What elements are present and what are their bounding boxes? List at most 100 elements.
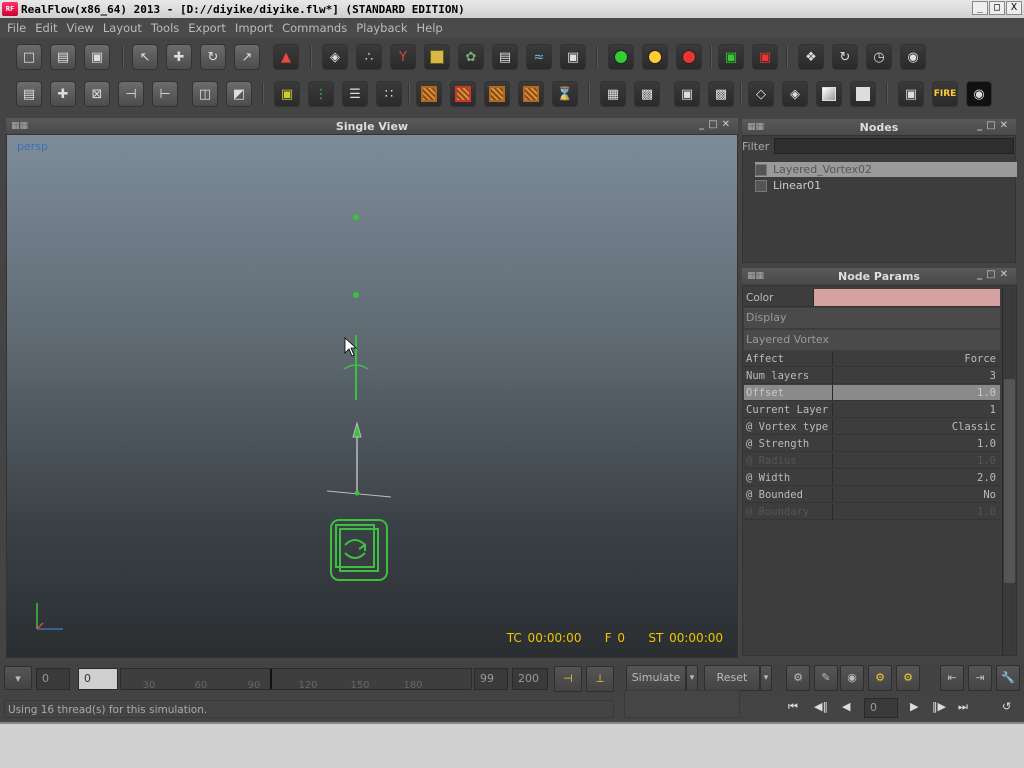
- param-row[interactable]: @ Strength 1.0: [744, 436, 1000, 452]
- current-frame-field[interactable]: 0: [78, 668, 118, 690]
- minimize-button[interactable]: _: [972, 1, 988, 15]
- menu-commands[interactable]: Commands: [282, 21, 347, 35]
- grid-view-a-icon[interactable]: ▦: [600, 81, 626, 107]
- param-row[interactable]: Num layers 3: [744, 368, 1000, 384]
- save-scene-icon[interactable]: ▣: [84, 44, 110, 70]
- frame-view-icon[interactable]: ▣: [674, 81, 700, 107]
- play-backward-button[interactable]: ◀: [842, 700, 850, 713]
- white-cube-icon[interactable]: [816, 81, 842, 107]
- menu-tools[interactable]: Tools: [151, 21, 179, 35]
- shaded-cube-icon[interactable]: ◈: [782, 81, 808, 107]
- frame-range-icon[interactable]: ⊣: [554, 666, 582, 692]
- display-section[interactable]: Display: [744, 308, 1000, 328]
- camera-render-icon[interactable]: ◉: [966, 81, 992, 107]
- hourglass-icon[interactable]: ⌛: [552, 81, 578, 107]
- remove-node-icon[interactable]: ⊠: [84, 81, 110, 107]
- reset-button[interactable]: Reset: [704, 665, 760, 691]
- close-window-button[interactable]: X: [1006, 1, 1022, 15]
- timer-icon[interactable]: ◷: [866, 44, 892, 70]
- add-object-icon[interactable]: ◈: [322, 44, 348, 70]
- script-run-icon[interactable]: ❖: [798, 44, 824, 70]
- save-green-icon[interactable]: ▣: [718, 44, 744, 70]
- green-light-icon[interactable]: [608, 44, 634, 70]
- menu-layout[interactable]: Layout: [103, 21, 142, 35]
- viewport-window-controls[interactable]: _□✕: [699, 119, 734, 130]
- max-frame-field[interactable]: 200: [512, 668, 548, 690]
- link-node-icon[interactable]: ⊣: [118, 81, 144, 107]
- param-row[interactable]: @ Vortex type Classic: [744, 419, 1000, 435]
- import-icon[interactable]: ◩: [226, 81, 252, 107]
- step-back-icon[interactable]: ⇤: [940, 665, 964, 691]
- select-tool-icon[interactable]: ↖: [132, 44, 158, 70]
- rotate-tool-icon[interactable]: ↻: [200, 44, 226, 70]
- step-back-frame-button[interactable]: ◀‖: [814, 700, 828, 713]
- fire-icon[interactable]: FIRE: [932, 81, 958, 107]
- monitor-icon[interactable]: ▣: [274, 81, 300, 107]
- solid-cube-icon[interactable]: [850, 81, 876, 107]
- yellow-light-icon[interactable]: [642, 44, 668, 70]
- simulate-dropdown[interactable]: ▾: [686, 665, 698, 691]
- param-row[interactable]: Offset 1.0: [744, 385, 1000, 401]
- play-forward-button[interactable]: ▶: [910, 700, 918, 713]
- color-swatch[interactable]: [814, 289, 1000, 306]
- view-gear-icon[interactable]: ⚙: [786, 665, 810, 691]
- param-value[interactable]: 1.0: [833, 436, 1000, 451]
- dotted-view-icon[interactable]: ▩: [708, 81, 734, 107]
- param-row[interactable]: @ Bounded No: [744, 487, 1000, 503]
- param-row[interactable]: @ Width 2.0: [744, 470, 1000, 486]
- go-to-end-button[interactable]: ⏭: [958, 700, 968, 714]
- add-emitter-icon[interactable]: ∴: [356, 44, 382, 70]
- open-scene-icon[interactable]: ▤: [50, 44, 76, 70]
- wire-cube-icon[interactable]: ◇: [748, 81, 774, 107]
- gears-yellow-icon[interactable]: ⚙: [896, 665, 920, 691]
- playhead-marker[interactable]: [270, 669, 272, 689]
- param-value[interactable]: 2.0: [833, 470, 1000, 485]
- step-forward-frame-button[interactable]: ‖▶: [932, 700, 946, 713]
- scrollbar-thumb[interactable]: [1004, 379, 1015, 583]
- simulate-button[interactable]: Simulate: [626, 665, 686, 691]
- param-value[interactable]: 1: [833, 402, 1000, 417]
- node-item-linear[interactable]: Linear01: [755, 178, 1017, 193]
- add-cube-icon[interactable]: [424, 44, 450, 70]
- loop-icon[interactable]: ↻: [832, 44, 858, 70]
- edit-icon[interactable]: ✎: [814, 665, 838, 691]
- end-frame-field[interactable]: 99: [474, 668, 508, 690]
- menu-import[interactable]: Import: [235, 21, 273, 35]
- save-red-icon[interactable]: ▣: [752, 44, 778, 70]
- panel-grip-icon[interactable]: ▦▦: [747, 122, 764, 132]
- step-forward-icon[interactable]: ⇥: [968, 665, 992, 691]
- globe-icon[interactable]: ◉: [900, 44, 926, 70]
- panel-grip-icon[interactable]: ▦▦: [11, 121, 28, 131]
- node-item-layered-vortex[interactable]: Layered_Vortex02: [755, 162, 1017, 177]
- export-icon[interactable]: ◫: [192, 81, 218, 107]
- layers-icon[interactable]: ▤: [16, 81, 42, 107]
- nodes-window-controls[interactable]: _□✕: [977, 120, 1012, 131]
- mesh-c-icon[interactable]: [484, 81, 510, 107]
- param-value[interactable]: No: [833, 487, 1000, 502]
- mesh-d-icon[interactable]: [518, 81, 544, 107]
- menu-view[interactable]: View: [67, 21, 94, 35]
- param-row[interactable]: Affect Force: [744, 351, 1000, 367]
- mesh-a-icon[interactable]: [416, 81, 442, 107]
- gear-yellow-icon[interactable]: ⚙: [868, 665, 892, 691]
- params-scrollbar[interactable]: [1002, 287, 1015, 655]
- add-daemon-icon[interactable]: Y: [390, 44, 416, 70]
- add-node-icon[interactable]: ✚: [50, 81, 76, 107]
- menu-file[interactable]: File: [7, 21, 26, 35]
- particles-icon[interactable]: ∷: [376, 81, 402, 107]
- scale-tool-icon[interactable]: ↗: [234, 44, 260, 70]
- params-window-controls[interactable]: _□✕: [977, 269, 1012, 280]
- timeline-ruler[interactable]: 30 60 90 120 150 180: [120, 668, 472, 691]
- menu-help[interactable]: Help: [417, 21, 443, 35]
- eye-icon[interactable]: ◉: [840, 665, 864, 691]
- go-to-start-button[interactable]: ⏮: [788, 700, 798, 714]
- menu-export[interactable]: Export: [188, 21, 226, 35]
- 3d-viewport[interactable]: persp TC 00:00:00 F 0 ST 00:00:00: [6, 134, 738, 658]
- mesh-b-icon[interactable]: [450, 81, 476, 107]
- menu-edit[interactable]: Edit: [35, 21, 57, 35]
- unlink-node-icon[interactable]: ⊢: [152, 81, 178, 107]
- param-value[interactable]: 3: [833, 368, 1000, 383]
- axis-gizmo-icon[interactable]: ▲: [273, 44, 299, 70]
- panel-grip-icon[interactable]: ▦▦: [747, 271, 764, 281]
- param-value[interactable]: Classic: [833, 419, 1000, 434]
